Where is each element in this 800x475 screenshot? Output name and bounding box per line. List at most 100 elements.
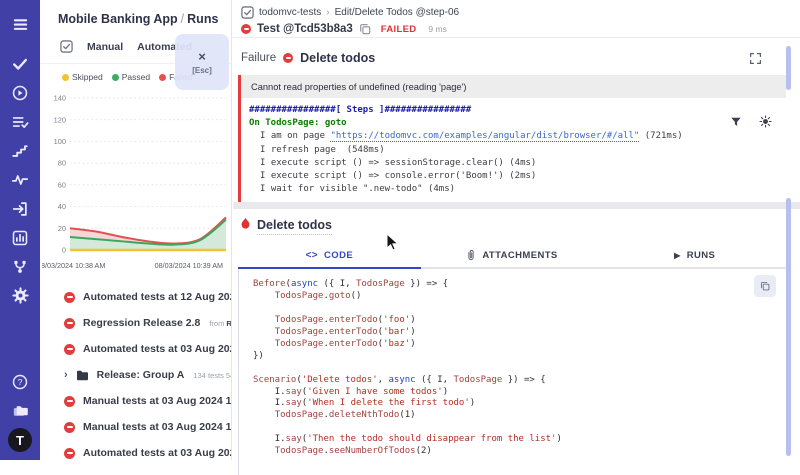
sidebar-branch-icon[interactable] (6, 252, 34, 281)
sidebar-checklist-icon[interactable] (6, 107, 34, 136)
paperclip-icon (466, 249, 476, 261)
svg-text:08/03/2024 10:39 AM: 08/03/2024 10:39 AM (155, 261, 223, 270)
error-message: Cannot read properties of undefined (rea… (241, 75, 786, 98)
legend-dot (112, 74, 119, 81)
step-line: I wait for visible ".new-todo" (4ms) (249, 183, 778, 196)
chevron-right-icon[interactable]: › (64, 369, 68, 381)
breadcrumb-separator: › (326, 7, 329, 18)
tab-label: ATTACHMENTS (482, 250, 557, 261)
run-label: Regression Release 2.8 (83, 317, 200, 329)
runs-section-title: Runs (187, 12, 218, 26)
details-scrollbar[interactable] (786, 198, 791, 456)
breadcrumb-project[interactable]: todomvc-tests (259, 7, 321, 18)
sidebar-play-circle-icon[interactable] (6, 78, 34, 107)
run-label: Automated tests at 12 Aug 2024 05 (83, 291, 231, 303)
tab-label: RUNS (687, 250, 716, 261)
copy-test-id-button[interactable] (359, 23, 371, 35)
runs-panel: Mobile Banking App/Runs Manual Automated… (40, 0, 232, 460)
duration: 9 ms (428, 24, 446, 34)
run-row[interactable]: Automated tests at 03 Aug 2024 10 (40, 336, 231, 362)
svg-text:140: 140 (54, 94, 66, 103)
theme-toggle-icon[interactable] (759, 115, 772, 128)
checkbox-icon (241, 6, 254, 19)
test-header: todomvc-tests › Edit/Delete Todos @step-… (233, 0, 800, 38)
code-line: TodosPage.enterTodo('foo') (253, 315, 786, 327)
close-icon[interactable]: × (198, 50, 206, 63)
run-label: Release: Group A (97, 369, 185, 381)
steps-console: ################[ Steps ]###############… (241, 98, 786, 202)
run-row[interactable]: Regression Release 2.8 from Regressi (40, 310, 231, 336)
breadcrumb: Mobile Banking App/Runs (40, 0, 231, 26)
run-row[interactable]: Automated tests at 03 Aug 2024 10: (40, 440, 231, 460)
svg-text:08/03/2024 10:38 AM: 08/03/2024 10:38 AM (42, 261, 105, 270)
code-block: Before(async ({ I, TodosPage }) => { Tod… (253, 279, 786, 458)
steps-lines: I am on page "https://todomvc.com/exampl… (249, 130, 778, 196)
failure-bar: Failure Delete todos (233, 38, 800, 75)
svg-text:120: 120 (54, 115, 66, 124)
filter-icon[interactable] (730, 115, 742, 128)
copy-code-button[interactable] (754, 275, 776, 297)
test-detail-panel: todomvc-tests › Edit/Delete Todos @step-… (233, 0, 800, 460)
code-line: I.say('When I delete the first todo') (253, 398, 786, 410)
console-scrollbar[interactable] (786, 46, 791, 90)
failed-run-icon (64, 448, 75, 459)
details-test-name[interactable]: Delete todos (257, 218, 332, 235)
tab-code[interactable]: <>CODE (238, 242, 421, 269)
sidebar-activity-icon[interactable] (6, 165, 34, 194)
sidebar-gear-icon[interactable] (6, 281, 34, 310)
code-line: Before(async ({ I, TodosPage }) => { (253, 279, 786, 291)
code-line: Scenario('Delete todos', async ({ I, Tod… (253, 375, 786, 387)
step-line: I am on page "https://todomvc.com/exampl… (249, 130, 778, 143)
project-name[interactable]: Mobile Banking App (58, 12, 178, 26)
code-icon: <> (306, 250, 318, 261)
legend-label: Skipped (72, 72, 103, 82)
run-label: Automated tests at 03 Aug 2024 10 (83, 343, 231, 355)
test-id: Test @Tcd53b8a3 (257, 23, 353, 35)
svg-text:0: 0 (62, 246, 66, 255)
breadcrumb-suite[interactable]: Edit/Delete Todos @step-06 (335, 7, 459, 18)
sidebar: ?T (0, 0, 40, 460)
legend-label: Passed (122, 72, 150, 82)
failed-run-icon (64, 292, 75, 303)
svg-text:80: 80 (58, 159, 66, 168)
run-row[interactable]: Manual tests at 03 Aug 2024 10:42 (40, 414, 231, 440)
failed-status-icon (241, 24, 251, 34)
failed-run-icon (64, 396, 75, 407)
svg-text:40: 40 (58, 202, 66, 211)
sidebar-projects-icon[interactable] (6, 396, 34, 425)
svg-text:?: ? (18, 377, 23, 387)
step-url-link[interactable]: "https://todomvc.com/examples/angular/di… (330, 131, 639, 142)
code-line: TodosPage.deleteNthTodo(1) (253, 410, 786, 422)
sidebar-menu-icon[interactable] (6, 10, 34, 39)
step-line: I execute script () => sessionStorage.cl… (249, 157, 778, 170)
sidebar-steps-icon[interactable] (6, 136, 34, 165)
run-row[interactable]: Automated tests at 12 Aug 2024 05 (40, 284, 231, 310)
run-label: Manual tests at 03 Aug 2024 10:43 (83, 395, 231, 407)
user-avatar[interactable]: T (8, 428, 32, 452)
failed-run-icon (64, 344, 75, 355)
close-panel-button[interactable]: × [Esc] (175, 34, 229, 90)
code-card: Before(async ({ I, TodosPage }) => { Tod… (238, 269, 786, 475)
sidebar-help-icon[interactable]: ? (6, 367, 34, 396)
select-runs-icon[interactable] (60, 40, 73, 53)
sidebar-signin-icon[interactable] (6, 194, 34, 223)
svg-text:60: 60 (58, 180, 66, 189)
legend-item-passed[interactable]: Passed (112, 72, 150, 82)
run-row[interactable]: Manual tests at 03 Aug 2024 10:43 (40, 388, 231, 414)
code-line (253, 303, 786, 315)
tab-manual[interactable]: Manual (87, 41, 123, 53)
sidebar-chart-icon[interactable] (6, 223, 34, 252)
run-group-row[interactable]: ›Release: Group A134 tests 54 m (40, 362, 231, 388)
failed-run-icon (64, 422, 75, 433)
esc-hint: [Esc] (192, 66, 212, 75)
legend-dot (62, 74, 69, 81)
failed-run-icon (64, 318, 75, 329)
expand-icon[interactable] (749, 52, 762, 65)
tab-attachments[interactable]: ATTACHMENTS (421, 242, 604, 267)
run-source: from Regressi (209, 319, 231, 328)
svg-text:20: 20 (58, 224, 66, 233)
tab-runs[interactable]: ▶RUNS (603, 242, 786, 267)
code-line: TodosPage.goto() (253, 291, 786, 303)
legend-item-skipped[interactable]: Skipped (62, 72, 103, 82)
sidebar-check-icon[interactable] (6, 49, 34, 78)
